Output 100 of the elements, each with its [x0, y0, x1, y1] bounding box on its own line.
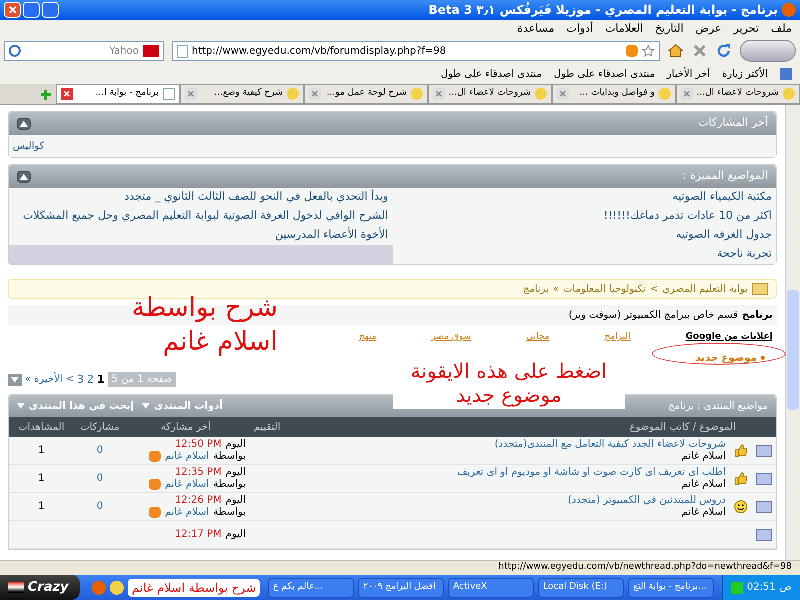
new-thread-link[interactable]: موضوع جديد [696, 350, 757, 366]
featured-link[interactable]: الأخوة الأعضاء المدرسين [275, 227, 388, 244]
column-header[interactable]: مشاركات [74, 420, 126, 434]
taskbar-button[interactable]: ActiveX [448, 578, 534, 598]
caret-down-icon [11, 376, 19, 383]
page-label: صفحة 1 من 5 [108, 372, 176, 388]
replies-count[interactable]: 0 [96, 473, 104, 484]
tab-close-button[interactable] [61, 88, 73, 100]
tab-close-button[interactable] [557, 88, 569, 100]
smiley-icon [734, 500, 748, 514]
post-link[interactable]: كواليس [13, 138, 45, 154]
collapse-button[interactable] [17, 118, 31, 130]
quicklaunch-icon[interactable] [92, 580, 106, 594]
breadcrumb-link[interactable]: بوابة التعليم المصري [662, 282, 748, 296]
menu-item[interactable]: التاريخ [655, 20, 684, 38]
menu-item[interactable]: عرض [696, 20, 722, 38]
bookmark-link[interactable]: منتدى اصدقاء على طول [554, 66, 656, 82]
search-input[interactable]: Yahoo [25, 44, 139, 58]
last-poster-link[interactable]: اسلام غانم [165, 478, 210, 490]
replies-count[interactable]: 0 [96, 445, 104, 456]
taskbar-button[interactable]: افضل البرامج ٢٠٠٩ [358, 578, 444, 598]
dropdown-button[interactable] [8, 374, 22, 386]
next-page-link[interactable]: > [66, 372, 74, 388]
menu-item[interactable]: ملف [771, 20, 792, 38]
browser-tab[interactable]: شروحات لاعضاء ال... [428, 84, 552, 104]
featured-link[interactable]: جدول الغرفه الصوتيه [676, 227, 772, 244]
tab-close-button[interactable] [681, 88, 693, 100]
column-header[interactable]: التقييم [246, 420, 416, 434]
menu-item[interactable]: مساعدة [517, 20, 555, 38]
bookmark-link[interactable]: منتدى اصدقاء على طول [440, 66, 542, 82]
minimize-button[interactable] [42, 2, 59, 18]
menu-item[interactable]: أدوات [566, 20, 594, 38]
menu-item[interactable]: تحرير [734, 20, 760, 38]
browser-tab[interactable]: و فواصل وبدايات ... [552, 84, 676, 104]
caret-up-icon [20, 120, 28, 126]
smiley-icon [411, 88, 423, 100]
column-header[interactable]: الموضوع / كاتب الموضوع [416, 420, 776, 434]
featured-link[interactable]: الشرح الوافي لدخول الغرفة الصوتية لبوابة التعليم المصري وحل جميع المشكلات [23, 208, 388, 225]
close-icon [8, 5, 18, 15]
tab-close-button[interactable] [185, 88, 197, 100]
home-icon[interactable] [668, 44, 684, 58]
featured-link[interactable]: اكثر من 10 عادات تدمر دماغك!!!!!! [604, 208, 772, 225]
breadcrumb-link[interactable]: تكنولوجيا المعلومات [563, 282, 646, 296]
ad-link[interactable]: البرامج [604, 331, 631, 344]
featured-link[interactable]: وبدأ التحدي بالفعل في النحو للصف الثالث الثانوي _ متجدد [124, 189, 388, 206]
last-post-day: اليوم [226, 466, 246, 478]
envelope-icon [756, 500, 772, 512]
last-poster-link[interactable]: اسلام غانم [165, 450, 210, 462]
thread-link[interactable]: اطلب اى تعريف اى كارت صوت او شاشة او موديوم او اى تعريف [457, 466, 726, 478]
smiley-icon [659, 88, 671, 100]
browser-tab[interactable]: شرح كيفية وضع... [180, 84, 304, 104]
column-header[interactable]: المشاهدات [9, 420, 74, 434]
browser-tab[interactable]: شروحات لاعضاء ال... [676, 84, 800, 104]
go-to-post-icon[interactable] [149, 451, 162, 462]
collapse-button[interactable] [17, 170, 31, 182]
featured-link[interactable]: مكتبة الكيمياء الصوتيه [672, 189, 772, 206]
last-post-day: اليوم [226, 494, 246, 506]
reload-icon[interactable] [716, 43, 732, 59]
ad-link[interactable]: مجاني [526, 331, 550, 344]
star-icon [642, 44, 655, 58]
menu-item[interactable]: العلامات [605, 20, 644, 38]
close-button[interactable] [4, 2, 21, 18]
taskbar-button[interactable]: Local Disk (E:) [538, 578, 624, 598]
go-to-post-icon[interactable] [149, 479, 162, 490]
taskbar-button[interactable]: عالم بكم ع... [268, 578, 354, 598]
thread-link[interactable]: شروحات لاعضاء الجدد كيفية التعامل مع المنتدى(متجدد) [494, 438, 726, 450]
start-button[interactable]: Crazy [0, 575, 80, 600]
page-link[interactable]: 2 [87, 372, 94, 388]
envelope-icon [756, 444, 772, 456]
maximize-button[interactable] [23, 2, 40, 18]
scrollbar-thumb[interactable] [787, 290, 799, 410]
ads-label: إعلانات من Google [686, 331, 773, 344]
page-link[interactable]: 1 [97, 372, 105, 388]
browser-tab[interactable]: شرح لوحة عمل مو... [304, 84, 428, 104]
smiley-icon [287, 88, 299, 100]
ad-link[interactable]: سوق مصر [432, 331, 472, 344]
breadcrumb-link[interactable]: برنامج [523, 282, 550, 296]
last-page-link[interactable]: الأخيرة » [25, 372, 63, 388]
tab-close-button[interactable] [309, 88, 321, 100]
address-field[interactable]: http://www.egyedu.com/vb/forumdisplay.php?f=98 [172, 41, 660, 61]
clock: 02:51 [747, 581, 776, 595]
ad-link[interactable]: منهج [359, 331, 377, 344]
envelope-icon [756, 528, 772, 540]
tab-close-button[interactable] [433, 88, 445, 100]
smiley-icon[interactable] [110, 580, 124, 594]
taskbar-button[interactable]: برنامج - بوابة التع... [628, 578, 714, 598]
go-to-post-icon[interactable] [149, 507, 162, 518]
search-field[interactable]: Yahoo [4, 41, 164, 61]
browser-tab[interactable]: برنامج - بوابة ا... [56, 84, 180, 104]
bookmark-link[interactable]: الأكثر زيارة [722, 66, 768, 82]
last-poster-link[interactable]: اسلام غانم [165, 506, 210, 518]
column-header[interactable]: آخر مشاركة [126, 420, 246, 434]
stop-icon[interactable] [692, 43, 708, 59]
scrollbar[interactable] [785, 105, 800, 560]
featured-link[interactable]: تجربة ناجحة [717, 246, 772, 263]
replies-count[interactable]: 0 [96, 501, 104, 512]
bookmark-link[interactable]: آخر الأخبار [667, 66, 710, 82]
page-link[interactable]: 3 [77, 372, 84, 388]
thread-link[interactable]: دروس للمبتدئين في الكمبيوتر (متجدد) [568, 494, 726, 506]
search-icon [9, 45, 21, 57]
